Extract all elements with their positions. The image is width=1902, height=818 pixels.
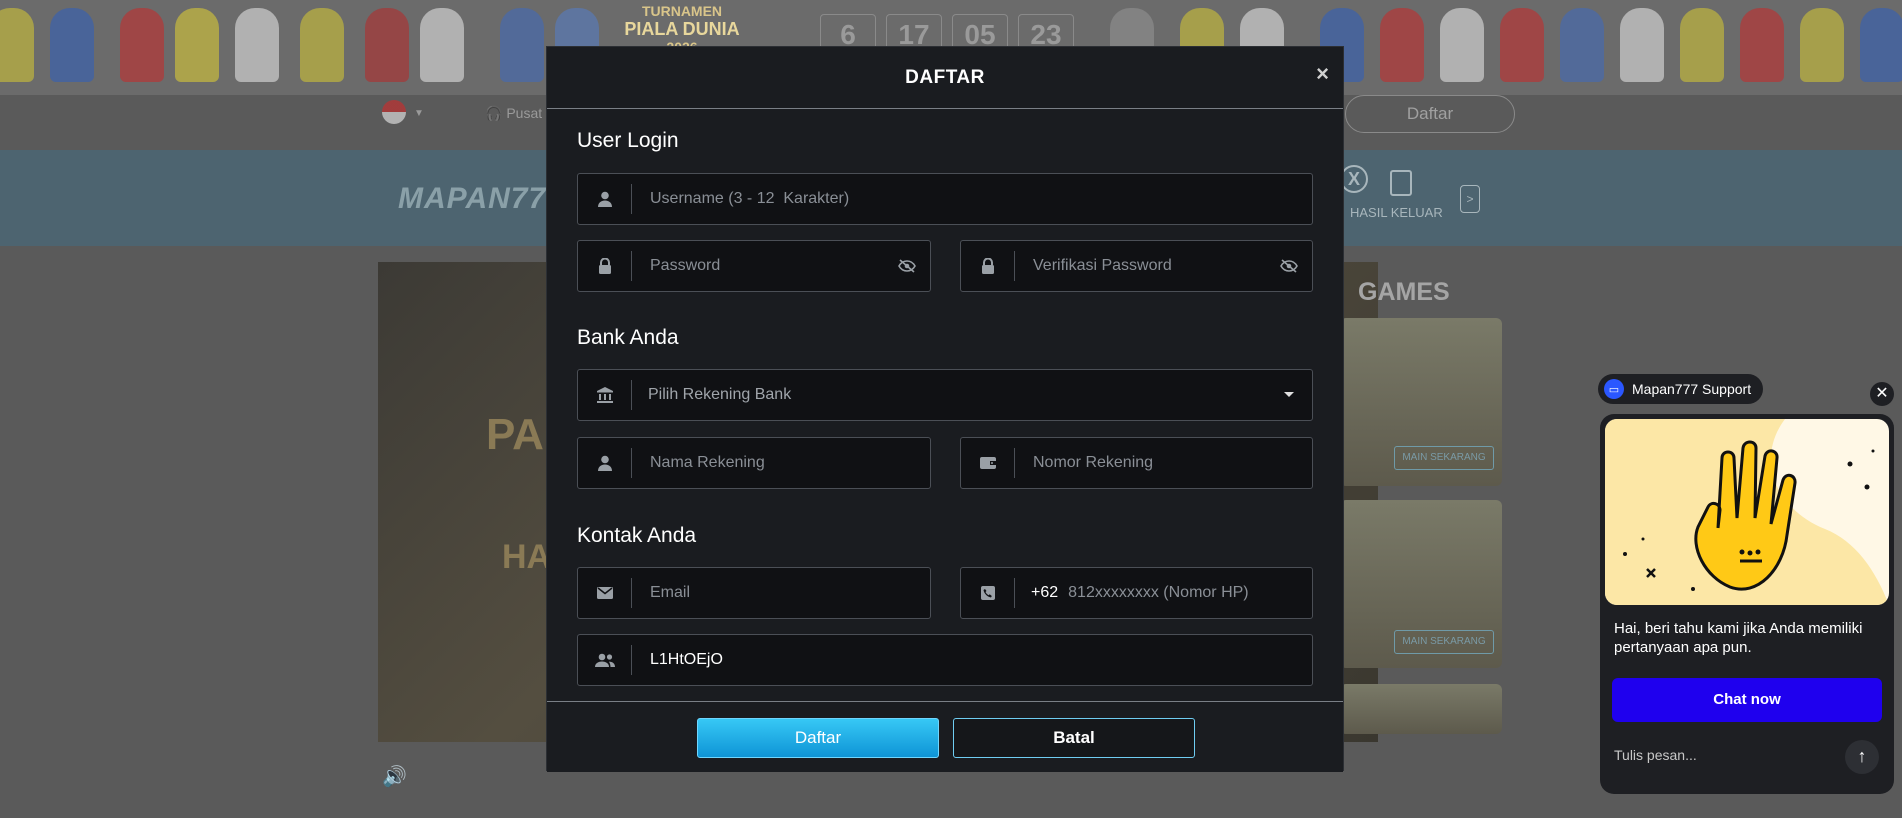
player-figure: [1440, 8, 1484, 82]
password-input[interactable]: [632, 241, 884, 291]
envelope-icon: [578, 578, 632, 608]
hero-text: PA: [486, 410, 544, 459]
chat-message-input[interactable]: [1614, 740, 1834, 770]
chevron-right-icon[interactable]: >: [1460, 185, 1480, 213]
verify-password-field[interactable]: [960, 240, 1313, 292]
section-bank: Bank Anda: [577, 326, 679, 349]
chat-greeting: Hai, beri tahu kami jika Anda memiliki p…: [1614, 620, 1863, 656]
player-figure: [50, 8, 94, 82]
player-figure: [120, 8, 164, 82]
chevron-down-icon[interactable]: ▼: [414, 108, 424, 119]
player-figure: [500, 8, 544, 82]
users-icon: [578, 645, 632, 675]
section-kontak: Kontak Anda: [577, 524, 697, 547]
user-icon: [578, 184, 632, 214]
player-figure: [1620, 8, 1664, 82]
username-field[interactable]: [577, 173, 1313, 225]
verify-password-input[interactable]: [1015, 241, 1266, 291]
player-figure: [175, 8, 219, 82]
email-field[interactable]: [577, 567, 931, 619]
account-name-field[interactable]: [577, 437, 931, 489]
account-number-input[interactable]: [1015, 438, 1312, 488]
email-input[interactable]: [632, 568, 930, 618]
chat-close-icon[interactable]: ✕: [1870, 382, 1894, 406]
game-card[interactable]: [1340, 684, 1502, 734]
chat-now-button[interactable]: Chat now: [1612, 678, 1882, 722]
player-figure: [1800, 8, 1844, 82]
close-icon[interactable]: ×: [1316, 61, 1329, 87]
player-figure: [1680, 8, 1724, 82]
menu-hasil-keluar[interactable]: HASIL KELUAR: [1350, 205, 1443, 220]
site-logo[interactable]: MAPAN77: [398, 182, 546, 216]
player-figure: [300, 8, 344, 82]
tournament-logo: TURNAMEN PIALA DUNIA 2026: [624, 3, 740, 55]
phone-field[interactable]: +62: [960, 567, 1313, 619]
eye-slash-icon[interactable]: [1266, 259, 1312, 273]
password-field[interactable]: [577, 240, 931, 292]
games-title: GAMES: [1358, 278, 1450, 306]
player-figure: [420, 8, 464, 82]
chat-support-name: Mapan777 Support: [1632, 381, 1752, 397]
cancel-button[interactable]: Batal: [953, 718, 1195, 758]
player-figure: [1560, 8, 1604, 82]
chat-bubble-icon: ▭: [1604, 379, 1624, 399]
header-register-button[interactable]: Daftar: [1345, 95, 1515, 133]
modal-footer: Daftar Batal: [547, 701, 1343, 772]
submit-register-button[interactable]: Daftar: [697, 718, 939, 758]
account-number-field[interactable]: [960, 437, 1313, 489]
player-figure: [1740, 8, 1784, 82]
play-now-button[interactable]: MAIN SEKARANG: [1394, 630, 1494, 654]
username-input[interactable]: [632, 174, 1312, 224]
section-user-login: User Login: [577, 129, 679, 152]
lock-icon: [961, 251, 1015, 281]
document-icon[interactable]: [1390, 170, 1412, 196]
hero-text: HA: [502, 538, 552, 576]
player-figure: [1380, 8, 1424, 82]
play-now-button[interactable]: MAIN SEKARANG: [1394, 446, 1494, 470]
phone-prefix: +62: [1031, 584, 1059, 601]
player-figure: [365, 8, 409, 82]
eye-slash-icon[interactable]: [884, 259, 930, 273]
send-arrow-icon[interactable]: ↑: [1845, 740, 1879, 774]
caret-down-icon[interactable]: [1266, 391, 1312, 399]
x-circle-icon[interactable]: X: [1340, 165, 1368, 193]
bank-select-value: Pilih Rekening Bank: [648, 386, 792, 403]
player-figure: [235, 8, 279, 82]
support-link[interactable]: 🎧 Pusat: [485, 105, 542, 122]
wave-hand-illustration: [1605, 419, 1889, 605]
bank-icon: [578, 380, 632, 410]
wallet-icon: [961, 448, 1015, 478]
speaker-icon[interactable]: 🔊: [382, 764, 407, 789]
account-name-input[interactable]: [632, 438, 930, 488]
referral-input[interactable]: [632, 635, 1312, 685]
phone-input[interactable]: [1058, 568, 1312, 618]
player-figure: [1860, 8, 1902, 82]
modal-title: DAFTAR: [905, 67, 985, 88]
modal-header: DAFTAR ×: [547, 47, 1343, 109]
register-modal: DAFTAR × User Login Bank Anda Pilih Reke…: [546, 46, 1344, 772]
language-flag-icon[interactable]: [382, 100, 406, 124]
player-figure: [0, 8, 34, 82]
phone-icon: [961, 578, 1015, 608]
chat-support-badge[interactable]: ▭ Mapan777 Support: [1598, 374, 1764, 404]
bank-select[interactable]: Pilih Rekening Bank: [577, 369, 1313, 421]
chat-widget: Hai, beri tahu kami jika Anda memiliki p…: [1600, 414, 1894, 794]
player-figure: [1500, 8, 1544, 82]
user-icon: [578, 448, 632, 478]
lock-icon: [578, 251, 632, 281]
referral-field[interactable]: [577, 634, 1313, 686]
